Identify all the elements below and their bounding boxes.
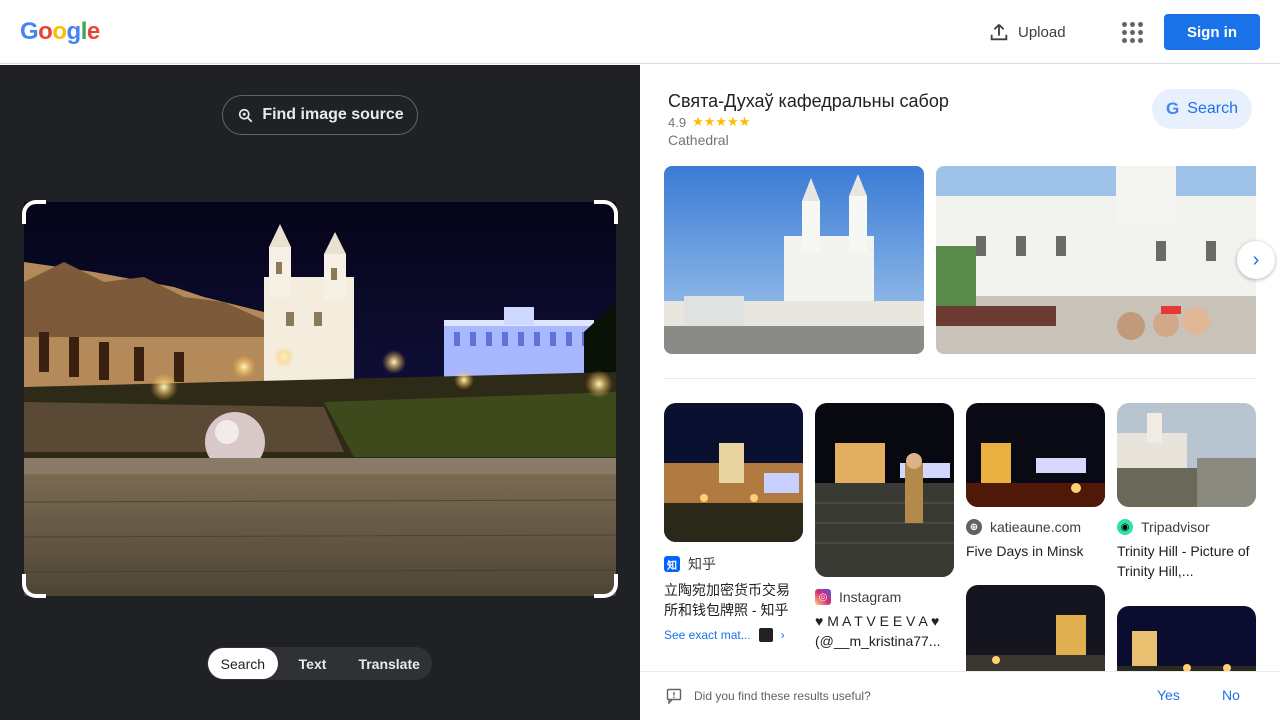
chevron-right-icon: › xyxy=(780,628,785,642)
find-image-source-label: Find image source xyxy=(262,106,404,123)
rating: 4.9 ★★★★★ xyxy=(668,114,750,130)
logo-letter: o xyxy=(38,18,53,45)
result-source-name: Instagram xyxy=(839,589,902,605)
see-exact-matches-link[interactable]: See exact mat... › xyxy=(664,628,803,642)
crop-handle-top-left[interactable] xyxy=(22,200,46,224)
logo-letter: e xyxy=(86,18,100,45)
feedback-bar: Did you find these results useful? Yes N… xyxy=(640,671,1280,720)
divider xyxy=(664,378,1256,379)
result-source: 知 知乎 xyxy=(664,554,803,574)
upload-button[interactable]: Upload xyxy=(988,18,1066,46)
result-title[interactable]: 立陶宛加密货币交易所和钱包牌照 - 知乎 xyxy=(664,580,803,620)
knowledge-search-label: Search xyxy=(1187,100,1238,117)
mode-tabs: Search Text Translate xyxy=(207,647,432,680)
result-source: ◉ Tripadvisor xyxy=(1117,519,1256,535)
feedback-icon xyxy=(666,688,682,704)
tab-text[interactable]: Text xyxy=(278,648,348,679)
result-source-name: Tripadvisor xyxy=(1141,519,1210,535)
feedback-question: Did you find these results useful? xyxy=(694,689,871,703)
find-image-source-button[interactable]: Find image source xyxy=(222,95,418,135)
result-thumbnail xyxy=(664,403,803,542)
apps-grid-icon[interactable] xyxy=(1118,18,1146,46)
rating-stars-icon: ★★★★★ xyxy=(692,114,751,129)
knowledge-panel-title[interactable]: Свята-Духаў кафедральны сабор xyxy=(668,91,949,112)
visual-match-card[interactable]: ◎ Instagram ♥ M A T V E E V A ♥ (@__m_kr… xyxy=(815,403,954,651)
result-thumbnail xyxy=(966,403,1105,507)
logo-letter: g xyxy=(66,18,82,45)
result-source: ⊕ katieaune.com xyxy=(966,519,1105,535)
instagram-favicon-icon: ◎ xyxy=(815,589,831,605)
result-thumbnail xyxy=(815,403,954,577)
visual-match-card[interactable]: 知 知乎 立陶宛加密货币交易所和钱包牌照 - 知乎 See exact mat.… xyxy=(664,403,803,642)
result-source-name: 知乎 xyxy=(688,556,716,572)
feedback-yes-button[interactable]: Yes xyxy=(1157,687,1180,703)
google-logo[interactable]: Google xyxy=(20,18,100,46)
place-type: Cathedral xyxy=(668,132,729,148)
results-panel: Свята-Духаў кафедральны сабор 4.9 ★★★★★ … xyxy=(640,65,1280,720)
query-image-panel: Find image source Search Text Translate xyxy=(0,65,640,720)
upload-icon xyxy=(990,24,1008,41)
visual-match-card[interactable]: ⊕ katieaune.com Five Days in Minsk xyxy=(966,403,1105,561)
image-search-icon xyxy=(239,108,253,123)
logo-letter: G xyxy=(20,18,39,45)
rating-value: 4.9 xyxy=(668,114,687,130)
query-image-frame[interactable] xyxy=(22,200,618,598)
tripadvisor-favicon-icon: ◉ xyxy=(1117,519,1133,535)
result-title[interactable]: Five Days in Minsk xyxy=(966,541,1105,561)
query-photo xyxy=(24,202,616,596)
sign-in-button[interactable]: Sign in xyxy=(1164,14,1260,50)
google-g-icon: G xyxy=(1166,99,1180,118)
tab-translate[interactable]: Translate xyxy=(347,648,431,679)
exact-match-thumbnail xyxy=(758,628,773,642)
result-source-name: katieaune.com xyxy=(990,519,1082,535)
see-exact-label: See exact mat... xyxy=(664,628,751,642)
zhihu-favicon-icon: 知 xyxy=(664,556,680,572)
tab-search[interactable]: Search xyxy=(208,648,278,679)
result-thumbnail xyxy=(1117,403,1256,507)
globe-favicon-icon: ⊕ xyxy=(966,519,982,535)
knowledge-image-1[interactable] xyxy=(664,166,924,354)
visual-match-card[interactable]: ◉ Tripadvisor Trinity Hill - Picture of … xyxy=(1117,403,1256,581)
result-title[interactable]: ♥ M A T V E E V A ♥ (@__m_kristina77... xyxy=(815,611,954,651)
header: Google Upload Sign in xyxy=(0,0,1280,64)
result-title[interactable]: Trinity Hill - Picture of Trinity Hill,.… xyxy=(1117,541,1256,581)
result-source: ◎ Instagram xyxy=(815,589,954,605)
upload-label: Upload xyxy=(1018,23,1066,41)
feedback-no-button[interactable]: No xyxy=(1222,687,1240,703)
chevron-right-icon[interactable]: › xyxy=(1237,241,1275,279)
logo-letter: o xyxy=(52,18,67,45)
knowledge-search-button[interactable]: G Search xyxy=(1152,89,1252,129)
knowledge-image-2[interactable] xyxy=(936,166,1256,354)
